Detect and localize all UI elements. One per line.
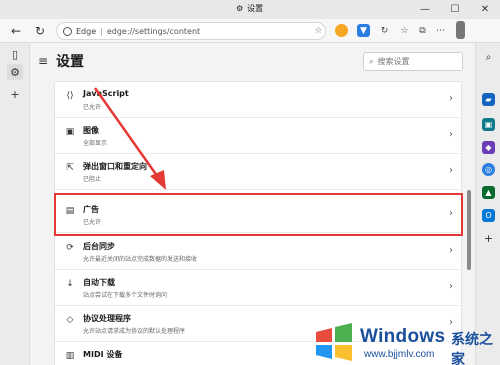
- favorites-icon[interactable]: ☆: [398, 24, 411, 37]
- sync-icon: ⟳: [66, 243, 74, 253]
- watermark: Windows 系统之家 www.bjjmlv.com: [306, 318, 500, 365]
- setting-status: 允许站点请求成为协议的默认处理程序: [83, 328, 186, 335]
- right-sidebar: ⌕ ▰ ▣ ◆ ◎ ▲ O +: [475, 43, 500, 365]
- add-icon[interactable]: +: [7, 86, 23, 102]
- address-separator: |: [100, 26, 103, 36]
- midi-icon: ▥: [65, 351, 75, 361]
- setting-row-javascript[interactable]: ⟨⟩ JavaScript 已允许 ›: [55, 82, 463, 118]
- window-controls: — ☐ ✕: [410, 0, 500, 19]
- extension-shield-icon[interactable]: ▼: [357, 24, 370, 37]
- add-icon[interactable]: +: [482, 232, 495, 245]
- favorite-star-icon[interactable]: ☆: [312, 24, 325, 37]
- maximize-button[interactable]: ☐: [440, 0, 470, 19]
- address-url: edge://settings/content: [106, 26, 201, 36]
- more-menu-icon[interactable]: ⋯: [434, 24, 447, 37]
- setting-row-popups[interactable]: ⇱ 弹出窗口和重定向 已阻止 ›: [55, 154, 463, 190]
- search-input[interactable]: [377, 57, 448, 66]
- watermark-cn: 系统之家: [451, 332, 493, 365]
- setting-status: 允许最近关闭的站点完成数据的发送和接收: [83, 256, 198, 263]
- setting-label: 广告: [83, 205, 99, 214]
- hamburger-menu-icon[interactable]: ≡: [38, 54, 48, 68]
- address-prefix: Edge: [76, 26, 97, 36]
- chevron-right-icon: ›: [449, 281, 453, 292]
- scrollbar-thumb[interactable]: [467, 190, 471, 270]
- sidebar-app-blue-icon[interactable]: ▰: [482, 93, 495, 106]
- close-button[interactable]: ✕: [470, 0, 500, 19]
- watermark-brand: Windows: [360, 326, 446, 347]
- sidebar-app-briefcase-icon[interactable]: ▣: [482, 118, 495, 131]
- extension-chrome-icon[interactable]: [335, 24, 348, 37]
- sidebar-app-copilot-icon[interactable]: ◎: [482, 163, 495, 176]
- tabs-icon[interactable]: ▯: [7, 46, 23, 62]
- setting-label: 弹出窗口和重定向: [83, 162, 147, 171]
- sidebar-app-purple-icon[interactable]: ◆: [482, 141, 495, 154]
- download-icon: ↓: [66, 279, 74, 289]
- popup-icon: ⇱: [66, 163, 74, 173]
- setting-label: JavaScript: [83, 89, 129, 98]
- setting-row-background-sync[interactable]: ⟳ 后台同步 允许最近关闭的站点完成数据的发送和接收 ›: [55, 234, 463, 270]
- setting-label: MIDI 设备: [83, 350, 123, 359]
- search-icon: ⌕: [369, 56, 374, 66]
- profile-avatar[interactable]: [456, 21, 465, 39]
- windows-logo-icon: [316, 323, 352, 361]
- refresh-icon[interactable]: ↻: [32, 23, 48, 39]
- sidebar-app-tree-icon[interactable]: ▲: [482, 186, 495, 199]
- chevron-right-icon: ›: [449, 129, 453, 140]
- setting-status: 已阻止: [83, 176, 102, 183]
- setting-row-auto-downloads[interactable]: ↓ 自动下载 站点尝试在下载多个文件时询问 ›: [55, 270, 463, 306]
- ads-icon: ▤: [65, 206, 75, 216]
- search-icon[interactable]: ⌕: [482, 51, 495, 64]
- image-icon: ▣: [65, 127, 75, 137]
- page-title: 设置: [56, 54, 84, 70]
- sync-icon[interactable]: ↻: [378, 24, 391, 37]
- setting-status: 已允许: [83, 104, 102, 111]
- setting-row-ads[interactable]: ▤ 广告 已允许 ›: [55, 197, 463, 233]
- gear-icon: ⚙: [236, 4, 244, 13]
- setting-status: 全部显示: [83, 140, 108, 147]
- chevron-right-icon: ›: [449, 165, 453, 176]
- chevron-right-icon: ›: [449, 208, 453, 219]
- address-bar[interactable]: Edge | edge://settings/content: [56, 22, 326, 40]
- protocol-icon: ◇: [66, 315, 74, 325]
- setting-label: 图像: [83, 126, 99, 135]
- settings-content: ≡ 设置 ⌕ ⟨⟩ JavaScript 已允许 › ▣ 图像 全部显示 › ⇱…: [30, 43, 475, 365]
- sidebar-app-outlook-icon[interactable]: O: [482, 209, 495, 222]
- settings-header: ≡ 设置 ⌕: [30, 43, 475, 81]
- title-bar: ⚙ 设置 — ☐ ✕: [0, 0, 500, 19]
- watermark-url: www.bjjmlv.com: [364, 349, 435, 360]
- chevron-right-icon: ›: [449, 245, 453, 256]
- edge-logo-icon: [63, 26, 72, 36]
- chevron-right-icon: ›: [449, 93, 453, 104]
- search-settings-box[interactable]: ⌕: [363, 52, 463, 71]
- setting-status: 已允许: [83, 219, 102, 226]
- browser-toolbar: ← ↻ Edge | edge://settings/content ☆ ▼ ↻…: [0, 19, 500, 43]
- code-icon: ⟨⟩: [66, 91, 74, 101]
- left-tab-bar: ▯ ⚙ +: [0, 43, 30, 365]
- window-title: ⚙ 设置: [236, 4, 264, 13]
- collections-icon[interactable]: ⧉: [416, 24, 429, 37]
- setting-label: 自动下载: [83, 278, 115, 287]
- setting-label: 协议处理程序: [83, 314, 131, 323]
- setting-label: 后台同步: [83, 242, 115, 251]
- settings-gear-icon[interactable]: ⚙: [7, 64, 23, 80]
- back-arrow-icon[interactable]: ←: [8, 23, 24, 39]
- setting-row-images[interactable]: ▣ 图像 全部显示 ›: [55, 118, 463, 154]
- setting-status: 站点尝试在下载多个文件时询问: [83, 292, 168, 299]
- minimize-button[interactable]: —: [410, 0, 440, 19]
